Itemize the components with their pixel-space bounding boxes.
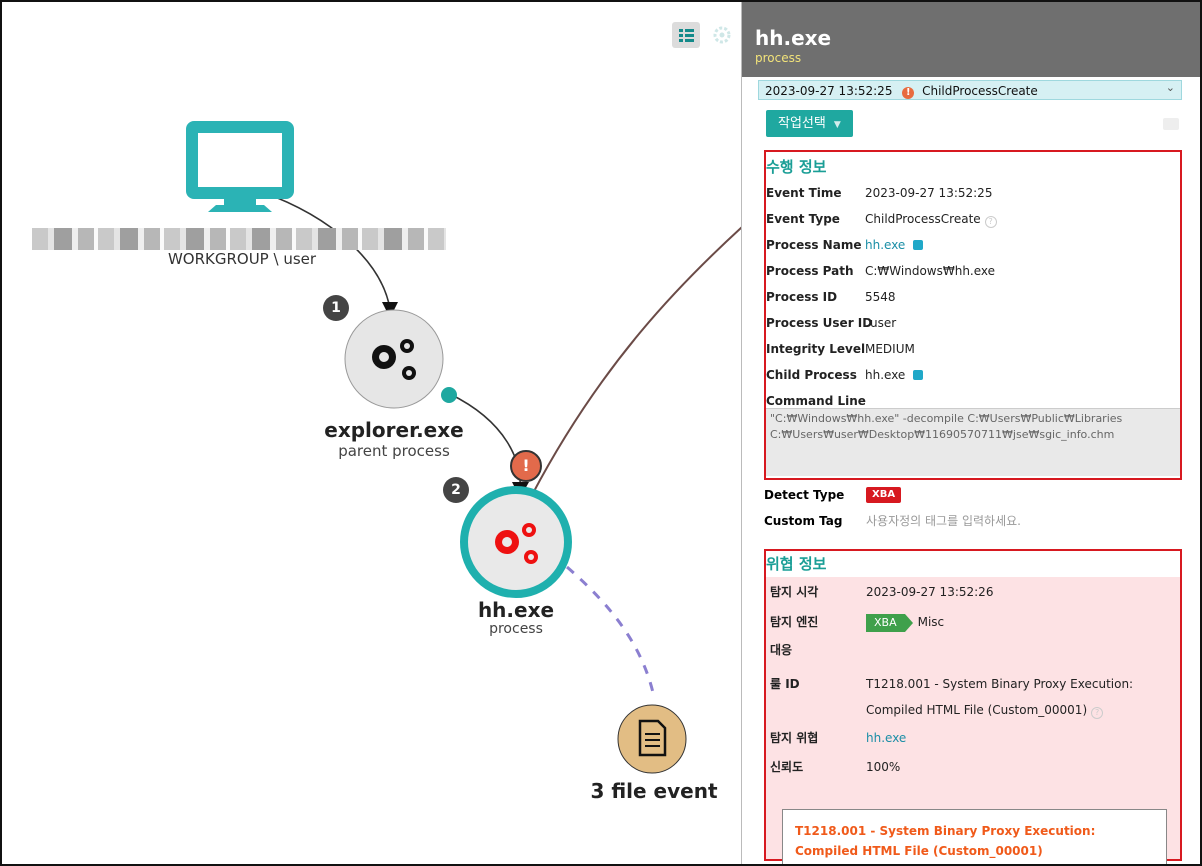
info-key: Integrity Level [766, 342, 866, 356]
threat-value: XBA Misc [866, 609, 944, 635]
info-value: ChildProcessCreate? [865, 206, 997, 232]
info-key: Child Process [766, 368, 857, 382]
custom-tag-input[interactable]: 사용자정의 태그를 입력하세요. [866, 508, 1021, 534]
external-link-icon[interactable] [913, 370, 924, 380]
threat-value: 100% [866, 760, 901, 774]
threat-key: 탐지 시각 [770, 585, 819, 599]
threat-info-section: 위협 정보 탐지 시각 2023-09-27 13:52:26 탐지 엔진 XB… [764, 549, 1182, 864]
app-frame: WORKGROUP \ user 1 explorer.exe parent p… [0, 0, 1202, 866]
info-value: 2023-09-27 13:52:25 [865, 186, 993, 200]
info-key: Process User ID [766, 316, 873, 330]
info-row-integrity-level: Integrity Level MEDIUM [766, 336, 1180, 362]
event-selector-time: 2023-09-27 13:52:25 [765, 84, 893, 98]
info-value-text: ChildProcessCreate [865, 212, 981, 226]
info-row-event-time: Event Time 2023-09-27 13:52:25 [766, 180, 1180, 206]
external-link-icon[interactable] [913, 240, 924, 250]
info-row-process-path: Process Path C:₩Windows₩hh.exe [766, 258, 1180, 284]
panel-subtitle: process [755, 51, 802, 65]
explorer-node-role: parent process [338, 442, 450, 460]
engine-tag: XBA [866, 613, 905, 632]
help-icon[interactable]: ? [1091, 707, 1104, 719]
hostname-redacted [32, 228, 446, 250]
threat-info-header: 위협 정보 [766, 555, 827, 573]
info-row-process-name: Process Name hh.exe [766, 232, 1180, 258]
file-event-label[interactable]: 3 file event [574, 779, 734, 803]
gear-icon [713, 26, 731, 44]
info-key: Process Path [766, 264, 854, 278]
alert-icon[interactable]: ! [510, 450, 542, 482]
threat-key: 신뢰도 [770, 760, 804, 774]
threat-link[interactable]: hh.exe [866, 725, 906, 751]
edge-connector-dot [441, 387, 457, 403]
settings-button[interactable] [708, 22, 736, 48]
child-process-link[interactable]: hh.exe [865, 368, 905, 382]
threat-info-body: 탐지 시각 2023-09-27 13:52:26 탐지 엔진 XBA Misc … [766, 577, 1180, 864]
info-value: C:₩Windows₩hh.exe [865, 264, 996, 278]
step-badge-1: 1 [323, 295, 349, 321]
monitor-icon [186, 121, 294, 212]
info-row-event-type: Event Type ChildProcessCreate? [766, 206, 1180, 232]
chevron-down-icon: ⌄ [1165, 81, 1175, 94]
panel-title: hh.exe [755, 26, 832, 50]
info-key: Process ID [766, 290, 838, 304]
info-value: MEDIUM [865, 342, 915, 356]
list-icon [679, 29, 694, 42]
help-icon[interactable]: ? [984, 216, 997, 228]
detect-type-label: Detect Type [764, 488, 845, 502]
step-badge-2: 2 [443, 477, 469, 503]
info-key: Process Name [766, 238, 862, 252]
info-row-process-id: Process ID 5548 [766, 284, 1180, 310]
rule-text-2: Compiled HTML File (Custom_00001) [866, 703, 1088, 717]
rule-text-1: T1218.001 - System Binary Proxy Executio… [866, 677, 1134, 691]
process-name-link[interactable]: hh.exe [865, 238, 905, 252]
threat-key: 탐지 엔진 [770, 615, 819, 629]
host-label: WORKGROUP \ user [167, 250, 317, 268]
explorer-node-title[interactable]: explorer.exe [314, 418, 474, 442]
event-selector-name: ChildProcessCreate [922, 84, 1038, 98]
detect-type-row: Detect Type XBA [764, 482, 902, 508]
action-select-label: 작업선택 [778, 116, 826, 131]
engine-value: Misc [917, 615, 945, 629]
custom-tag-row: Custom Tag 사용자정의 태그를 입력하세요. [764, 508, 1184, 534]
command-line-text-1: "C:₩Windows₩hh.exe" -decompile C:₩Users₩… [770, 412, 1123, 425]
play-icon [904, 613, 913, 632]
detail-panel: hh.exe process 2023-09-27 13:52:25 ! Chi… [741, 2, 1200, 864]
command-line-textarea[interactable]: "C:₩Windows₩hh.exe" -decompile C:₩Users₩… [766, 408, 1180, 476]
event-selector[interactable]: 2023-09-27 13:52:25 ! ChildProcessCreate… [758, 80, 1182, 100]
toggle-icon[interactable] [1163, 118, 1179, 130]
threat-value: 2023-09-27 13:52:26 [866, 585, 994, 599]
exec-info-section: 수행 정보 Event Time 2023-09-27 13:52:25 Eve… [764, 150, 1182, 480]
list-view-button[interactable] [672, 22, 700, 48]
custom-tag-label: Custom Tag [764, 514, 843, 528]
caret-down-icon: ▼ [833, 120, 841, 130]
info-key: Event Time [766, 186, 842, 200]
panel-header: hh.exe process [742, 2, 1200, 77]
command-line-text-2: C:₩Users₩user₩Desktop₩11690570711₩jse₩sg… [770, 428, 1115, 441]
exec-info-header: 수행 정보 [766, 158, 827, 176]
info-row-user-id: Process User ID user [766, 310, 1180, 336]
info-value: user [870, 316, 897, 330]
info-value: 5548 [865, 290, 896, 304]
detect-type-tag: XBA [866, 487, 902, 503]
rule-text-2-wrap: Compiled HTML File (Custom_00001)? [866, 697, 1133, 723]
hh-node-title[interactable]: hh.exe [436, 598, 596, 622]
threat-key: 탐지 위협 [770, 731, 819, 745]
warning-icon: ! [902, 87, 915, 99]
hh-node-role: process [489, 621, 543, 637]
info-row-child-process: Child Process hh.exe [766, 362, 1180, 388]
info-key: Event Type [766, 212, 840, 226]
threat-summary: T1218.001 - System Binary Proxy Executio… [782, 809, 1167, 864]
process-graph[interactable]: WORKGROUP \ user 1 explorer.exe parent p… [2, 2, 742, 864]
action-select-button[interactable]: 작업선택 ▼ [766, 110, 853, 137]
threat-key: 룰 ID [770, 677, 800, 691]
info-value: hh.exe [865, 232, 924, 258]
threat-value: T1218.001 - System Binary Proxy Executio… [866, 671, 1133, 723]
threat-key: 대응 [770, 643, 793, 657]
edge-hh-to-parent-proc [531, 226, 742, 496]
info-value: hh.exe [865, 362, 924, 388]
